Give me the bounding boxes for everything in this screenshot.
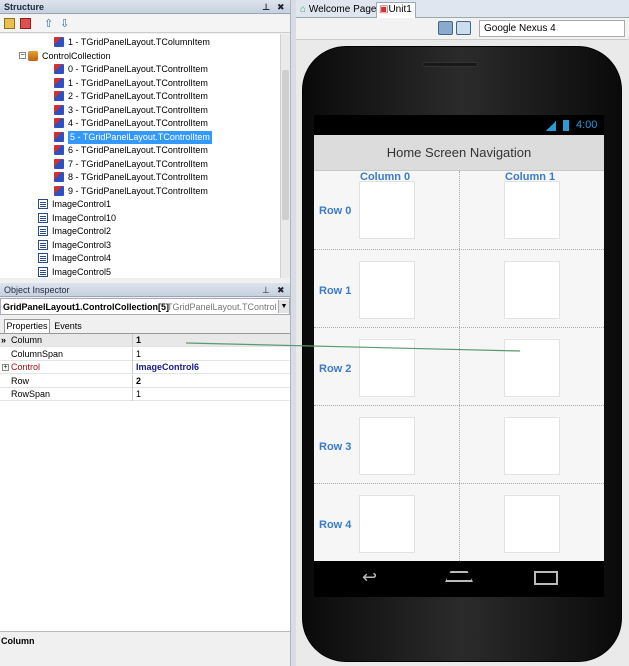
connector-line xyxy=(185,342,521,352)
link-line xyxy=(185,342,521,352)
